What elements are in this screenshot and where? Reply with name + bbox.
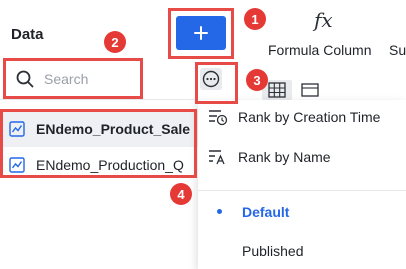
menu-divider [198, 190, 406, 191]
grid-view-icon[interactable] [262, 80, 322, 100]
annotation-number: 2 [104, 31, 126, 53]
toolbar-next-button[interactable]: Su [389, 42, 406, 58]
formula-column-button[interactable]: Formula Column [268, 42, 371, 58]
sort-time-icon [209, 110, 228, 126]
menu-option-published[interactable]: Published [242, 243, 304, 259]
sort-menu: Rank by Creation Time Rank by Name Defau… [198, 100, 406, 269]
annotation-box-more [195, 62, 238, 104]
data-panel: Data ENdemo_Product_Sale [0, 0, 406, 269]
divider [0, 99, 198, 100]
panel-title: Data [11, 26, 44, 43]
annotation-box-list [0, 109, 197, 178]
menu-item-rank-name[interactable]: Rank by Name [198, 142, 406, 172]
menu-item-label: Rank by Name [238, 149, 331, 165]
menu-item-label: Rank by Creation Time [238, 109, 381, 125]
annotation-number: 3 [246, 69, 268, 91]
menu-option-default[interactable]: Default [242, 204, 289, 220]
menu-item-rank-creation-time[interactable]: Rank by Creation Time [198, 102, 406, 132]
annotation-box-add [168, 8, 234, 59]
selected-bullet [217, 209, 222, 214]
annotation-number: 1 [244, 8, 266, 30]
toolbar: fx Formula Column Su [243, 0, 406, 64]
sort-name-icon [209, 150, 225, 165]
annotation-number: 4 [170, 183, 192, 205]
formula-icon: fx [314, 8, 333, 32]
annotation-box-search [3, 58, 143, 99]
